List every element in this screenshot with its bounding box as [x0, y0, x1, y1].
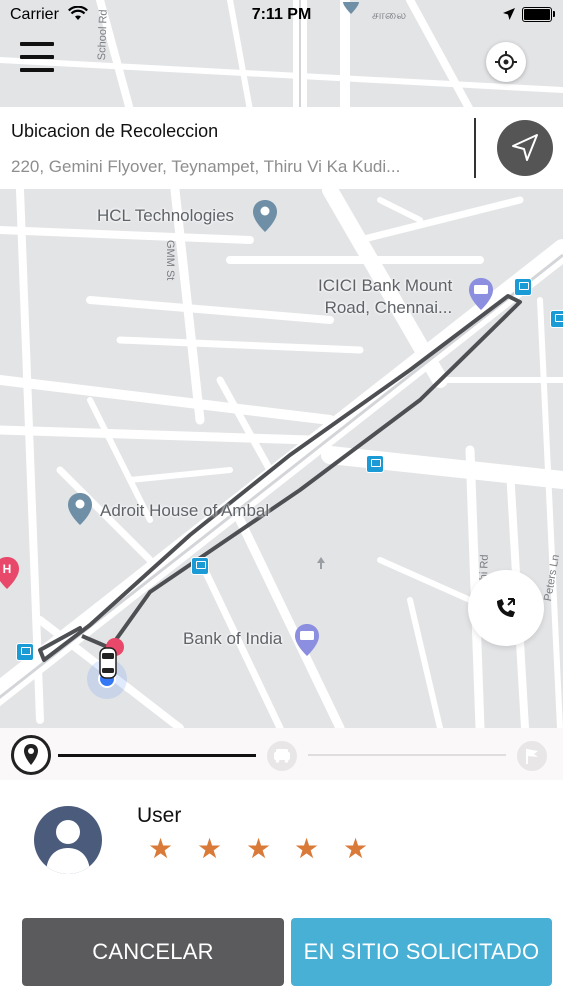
tracker-step-finish: [517, 741, 547, 771]
poi-label-hcl[interactable]: HCL Technologies: [97, 206, 234, 226]
avatar: [34, 806, 102, 874]
location-pin-icon: [24, 744, 38, 765]
user-avatar-icon: [46, 820, 90, 874]
star-icon: ★: [148, 833, 174, 864]
place-pin-icon[interactable]: [252, 199, 278, 233]
status-time: 7:11 PM: [251, 6, 312, 23]
tracker-progress-done: [58, 754, 256, 757]
hamburger-menu-icon[interactable]: [20, 42, 56, 78]
bank-pin-icon[interactable]: [468, 277, 494, 311]
tracker-step-start: [11, 735, 51, 775]
battery-icon: [522, 7, 555, 22]
poi-label-bank-of-india[interactable]: Bank of India: [183, 629, 282, 649]
navigate-button[interactable]: [497, 120, 553, 176]
arrived-button[interactable]: EN SITIO SOLICITADO: [291, 918, 552, 986]
bus-stop-icon[interactable]: [514, 278, 532, 296]
poi-label-adroit[interactable]: Adroit House of Ambal: [100, 501, 269, 521]
car-marker-icon[interactable]: [98, 646, 118, 680]
location-arrow-icon: [503, 8, 515, 20]
poi-label-icici[interactable]: ICICI Bank Mount Road, Chennai...: [318, 275, 452, 319]
trip-progress-tracker: [0, 728, 563, 780]
bus-stop-icon[interactable]: [191, 557, 209, 575]
call-button[interactable]: [468, 570, 544, 646]
pickup-location-card[interactable]: Ubicacion de Recoleccion 220, Gemini Fly…: [0, 107, 563, 189]
crosshair-icon: [495, 51, 517, 73]
car-icon: [274, 749, 290, 763]
bank-pin-icon[interactable]: [294, 623, 320, 657]
pickup-address[interactable]: 220, Gemini Flyover, Teynampet, Thiru Vi…: [11, 157, 451, 177]
star-icon: ★: [197, 833, 223, 864]
star-icon: ★: [343, 833, 369, 864]
hospital-pin-icon[interactable]: H: [0, 556, 20, 590]
tracker-step-car: [267, 741, 297, 771]
locate-me-button[interactable]: [486, 42, 526, 82]
bus-stop-icon[interactable]: [550, 310, 563, 328]
street-label-gmm-st: GMM St: [164, 240, 176, 281]
place-pin-icon[interactable]: [67, 492, 93, 526]
divider: [474, 118, 476, 178]
user-name: User: [137, 804, 182, 827]
bus-stop-icon[interactable]: [366, 455, 384, 473]
star-icon: ★: [246, 833, 272, 864]
tracker-progress-remaining: [308, 754, 506, 756]
direction-arrow-icon: [317, 557, 325, 569]
star-icon: ★: [294, 833, 320, 864]
phone-call-icon: [497, 598, 515, 617]
finish-flag-icon: [526, 749, 538, 764]
navigation-arrow-icon: [512, 134, 538, 161]
status-bar: Carrier 7:11 PM: [0, 0, 563, 30]
pickup-title: Ubicacion de Recoleccion: [11, 121, 219, 141]
bus-stop-icon[interactable]: [16, 643, 34, 661]
svg-text:H: H: [3, 562, 12, 576]
cancel-button[interactable]: CANCELAR: [22, 918, 284, 986]
